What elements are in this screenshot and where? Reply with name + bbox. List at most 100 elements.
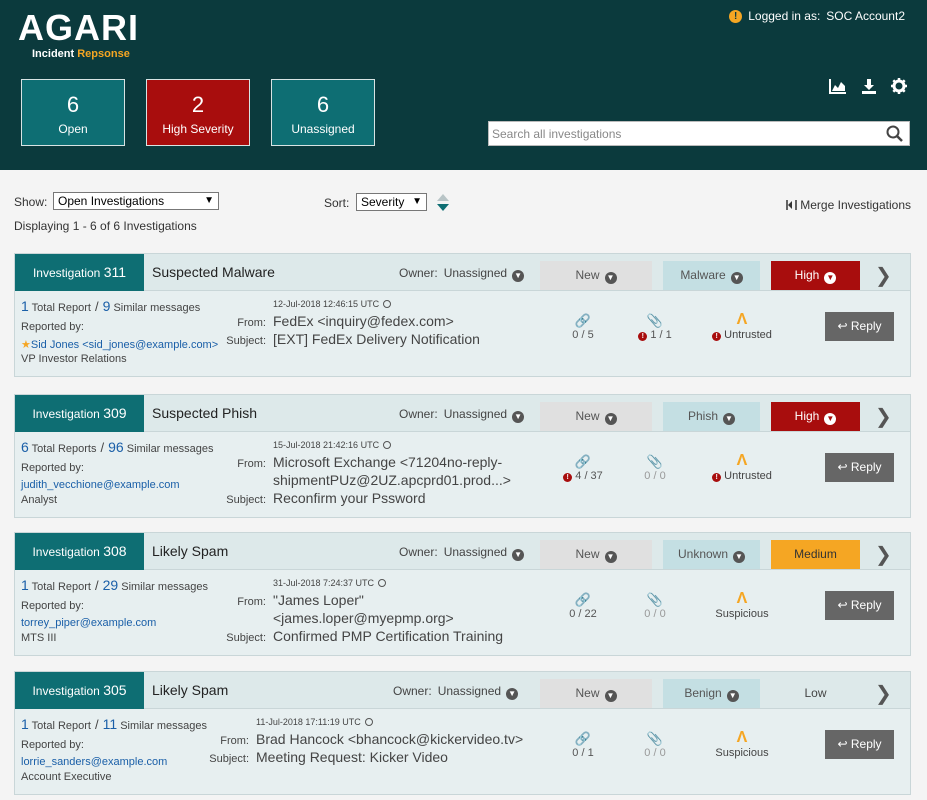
status-dropdown[interactable]: New ▼ bbox=[540, 540, 652, 569]
links-metric[interactable]: 🔗! 4 / 37 bbox=[563, 454, 603, 482]
reporter-link[interactable]: lorrie_sanders@example.com bbox=[21, 756, 167, 768]
reply-button[interactable]: ↩ Reply bbox=[825, 591, 894, 620]
trust-indicator: Λ Suspicious bbox=[707, 590, 777, 620]
reported-by-label: Reported by: bbox=[21, 739, 84, 751]
attachments-metric[interactable]: 📎 0 / 0 bbox=[635, 454, 675, 482]
severity-dropdown[interactable]: High ▼ bbox=[771, 261, 860, 290]
gear-icon[interactable] bbox=[891, 78, 907, 94]
reporter-link[interactable]: torrey_piper@example.com bbox=[21, 617, 156, 629]
chevron-down-icon: ▼ bbox=[824, 272, 837, 284]
similar-messages-link[interactable]: 11 bbox=[103, 716, 118, 732]
reply-button[interactable]: ↩ Reply bbox=[825, 312, 894, 341]
subject-value: Reconfirm your Pssword bbox=[273, 490, 426, 506]
chevron-right-icon[interactable]: ❯ bbox=[875, 681, 892, 706]
owner-dropdown[interactable]: Owner: Unassigned ▼ bbox=[393, 684, 519, 700]
similar-messages-link[interactable]: 96 bbox=[108, 439, 124, 455]
reply-button[interactable]: ↩ Reply bbox=[825, 730, 894, 759]
show-label: Show: bbox=[14, 195, 48, 209]
reporter-link[interactable]: judith_vecchione@example.com bbox=[21, 479, 180, 491]
status-dropdown[interactable]: New ▼ bbox=[540, 679, 652, 708]
chevron-down-icon: ▼ bbox=[512, 411, 525, 423]
investigation-id[interactable]: Investigation 305 bbox=[15, 672, 144, 709]
chevron-right-icon[interactable]: ❯ bbox=[875, 263, 892, 288]
report-counts: 1 Total Report/29 Similar messages bbox=[21, 577, 209, 593]
links-metric[interactable]: 🔗 0 / 22 bbox=[563, 592, 603, 620]
total-reports-link[interactable]: 1 bbox=[21, 298, 29, 314]
show-select-value: Open Investigations bbox=[58, 194, 165, 208]
reporter-link[interactable]: ★Sid Jones <sid_jones@example.com> bbox=[21, 338, 218, 351]
error-icon: ! bbox=[712, 473, 722, 482]
paperclip-icon: 📎 bbox=[646, 313, 664, 328]
logged-in-user[interactable]: SOC Account2 bbox=[826, 9, 905, 23]
reporter-role: Analyst bbox=[21, 494, 58, 506]
high-severity-stat-tile[interactable]: 2 High Severity bbox=[146, 79, 250, 146]
chart-icon[interactable] bbox=[829, 78, 847, 94]
chevron-down-icon: ▼ bbox=[730, 272, 743, 284]
agari-trust-icon: Λ bbox=[736, 590, 748, 607]
warning-icon[interactable]: ! bbox=[729, 9, 743, 23]
download-icon[interactable] bbox=[861, 78, 877, 94]
unassigned-stat-tile[interactable]: 6 Unassigned bbox=[271, 79, 375, 146]
status-dropdown[interactable]: New ▼ bbox=[540, 402, 652, 431]
search-icon[interactable] bbox=[886, 125, 903, 142]
from-value: FedEx <inquiry@fedex.com> bbox=[273, 313, 454, 329]
from-label: From: bbox=[237, 317, 266, 329]
merge-label: Merge Investigations bbox=[800, 198, 911, 212]
status-dropdown[interactable]: New ▼ bbox=[540, 261, 652, 290]
links-metric[interactable]: 🔗 0 / 1 bbox=[563, 731, 603, 759]
investigation-id[interactable]: Investigation 309 bbox=[15, 395, 144, 432]
open-stat-tile[interactable]: 6 Open bbox=[21, 79, 125, 146]
agari-trust-icon: Λ bbox=[736, 311, 748, 328]
reply-icon: ↩ bbox=[837, 598, 848, 612]
attachments-metric[interactable]: 📎! 1 / 1 bbox=[635, 313, 675, 341]
link-icon: 🔗 bbox=[574, 592, 592, 607]
category-dropdown[interactable]: Phish ▼ bbox=[663, 402, 760, 431]
link-icon: 🔗 bbox=[574, 454, 592, 469]
similar-messages-link[interactable]: 9 bbox=[103, 298, 111, 314]
from-value: Microsoft Exchange <71204no-reply- bbox=[273, 454, 503, 470]
logged-in-info: ! Logged in as: SOC Account2 bbox=[729, 9, 905, 23]
total-reports-link[interactable]: 1 bbox=[21, 577, 29, 593]
chevron-down-icon: ▼ bbox=[726, 690, 739, 702]
high-severity-label: High Severity bbox=[162, 122, 234, 136]
category-dropdown[interactable]: Benign ▼ bbox=[663, 679, 760, 708]
owner-dropdown[interactable]: Owner: Unassigned ▼ bbox=[399, 266, 525, 282]
show-select[interactable]: Open Investigations ▼ bbox=[53, 192, 219, 210]
sort-select[interactable]: Severity ▼ bbox=[356, 193, 427, 211]
owner-dropdown[interactable]: Owner: Unassigned ▼ bbox=[399, 545, 525, 561]
owner-dropdown[interactable]: Owner: Unassigned ▼ bbox=[399, 407, 525, 423]
reply-button[interactable]: ↩ Reply bbox=[825, 453, 894, 482]
error-icon: ! bbox=[638, 332, 648, 341]
merge-investigations-button[interactable]: Merge Investigations bbox=[786, 198, 911, 212]
severity-dropdown[interactable]: Low bbox=[771, 679, 860, 708]
reply-icon: ↩ bbox=[837, 460, 848, 474]
chevron-right-icon[interactable]: ❯ bbox=[875, 542, 892, 567]
agari-logo[interactable]: AGARI Incident Repsonse bbox=[18, 10, 139, 61]
links-metric[interactable]: 🔗 0 / 5 bbox=[563, 313, 603, 341]
category-dropdown[interactable]: Malware ▼ bbox=[663, 261, 760, 290]
header-toolbar bbox=[829, 78, 907, 94]
investigation-body: 1 Total Report/29 Similar messages Repor… bbox=[15, 570, 910, 654]
investigation-id[interactable]: Investigation 311 bbox=[15, 254, 144, 291]
app-header: AGARI Incident Repsonse ! Logged in as: … bbox=[0, 0, 927, 170]
attachments-metric[interactable]: 📎 0 / 0 bbox=[635, 731, 675, 759]
clock-icon bbox=[383, 300, 392, 308]
total-reports-link[interactable]: 6 bbox=[21, 439, 29, 455]
investigation-id[interactable]: Investigation 308 bbox=[15, 533, 144, 570]
severity-dropdown[interactable]: High ▼ bbox=[771, 402, 860, 431]
reported-by-label: Reported by: bbox=[21, 600, 84, 612]
search-input[interactable] bbox=[489, 122, 879, 145]
category-dropdown[interactable]: Unknown ▼ bbox=[663, 540, 760, 569]
investigation-body: 1 Total Report/9 Similar messages Report… bbox=[15, 291, 910, 375]
chevron-right-icon[interactable]: ❯ bbox=[875, 404, 892, 429]
investigation-body: 1 Total Report/11 Similar messages Repor… bbox=[15, 709, 910, 793]
attachments-metric[interactable]: 📎 0 / 0 bbox=[635, 592, 675, 620]
from-value-line2: <james.loper@myepmp.org> bbox=[273, 610, 454, 626]
severity-dropdown[interactable]: Medium bbox=[771, 540, 860, 569]
trust-indicator: Λ! Untrusted bbox=[707, 452, 777, 482]
sort-direction-icon[interactable] bbox=[436, 193, 450, 213]
total-reports-link[interactable]: 1 bbox=[21, 716, 29, 732]
subject-value: [EXT] FedEx Delivery Notification bbox=[273, 331, 480, 347]
chevron-down-icon: ▼ bbox=[733, 551, 746, 563]
similar-messages-link[interactable]: 29 bbox=[103, 577, 119, 593]
